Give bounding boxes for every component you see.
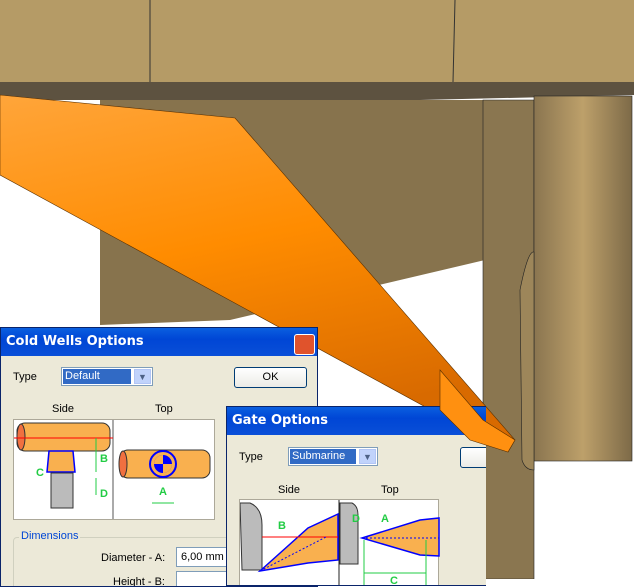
gate-title: Gate Options <box>227 407 486 435</box>
gate-dialog: Gate Options Type Submarine ▼ Side Top B… <box>226 406 486 586</box>
side-label: Side <box>52 403 75 415</box>
top-block <box>0 0 634 90</box>
gate-dim-b: B <box>278 520 286 532</box>
cold-well-diagram: B C D A <box>13 419 215 520</box>
dim-b: B <box>100 453 108 465</box>
gate-dim-c: C <box>390 575 398 586</box>
chevron-down-icon[interactable]: ▼ <box>359 449 376 464</box>
close-button[interactable] <box>294 334 315 355</box>
gate-ok-button[interactable] <box>460 447 486 468</box>
dimensions-label: Dimensions <box>19 530 81 542</box>
gate-side-label: Side <box>278 484 301 496</box>
dim-c: C <box>36 467 44 479</box>
gate-top-label: Top <box>381 484 399 496</box>
type-value: Default <box>63 369 131 384</box>
type-label: Type <box>13 371 37 383</box>
top-label: Top <box>155 403 173 415</box>
gate-diagram: B D A C <box>239 499 440 586</box>
cold-wells-title: Cold Wells Options <box>1 328 317 356</box>
gate-type-value: Submarine <box>290 449 356 464</box>
gate-dim-a: A <box>381 513 389 525</box>
diameter-label: Diameter - A: <box>101 552 166 564</box>
dim-d: D <box>100 488 108 500</box>
dim-a: A <box>159 486 167 498</box>
gate-type-select[interactable]: Submarine ▼ <box>288 447 378 466</box>
chevron-down-icon[interactable]: ▼ <box>134 369 151 384</box>
gate-type-label: Type <box>239 451 263 463</box>
cylinder-pin <box>533 95 633 462</box>
type-select[interactable]: Default ▼ <box>61 367 153 386</box>
gate-dim-d: D <box>352 513 360 525</box>
height-label: Height - B: <box>113 576 165 587</box>
ok-button[interactable]: OK <box>234 367 307 388</box>
